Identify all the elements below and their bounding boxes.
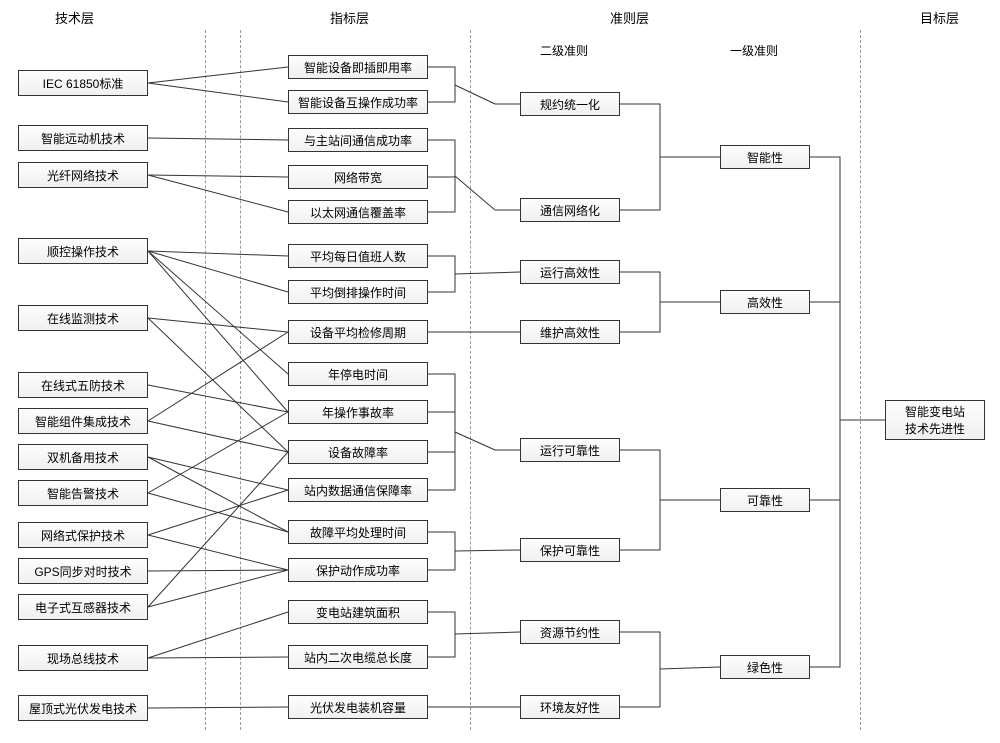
indicator-box-14: 变电站建筑面积 (288, 600, 428, 624)
tech-box-2: 光纤网络技术 (18, 162, 148, 188)
indicator-box-11: 站内数据通信保障率 (288, 478, 428, 502)
tech-box-7: 双机备用技术 (18, 444, 148, 470)
criteria2-box-3: 维护高效性 (520, 320, 620, 344)
indicator-box-0: 智能设备即插即用率 (288, 55, 428, 79)
tech-box-12: 现场总线技术 (18, 645, 148, 671)
criteria2-box-7: 环境友好性 (520, 695, 620, 719)
criteria2-box-4: 运行可靠性 (520, 438, 620, 462)
tech-box-6: 智能组件集成技术 (18, 408, 148, 434)
header-criteria: 准则层 (610, 8, 649, 27)
criteria2-box-1: 通信网络化 (520, 198, 620, 222)
header-indicator: 指标层 (330, 8, 369, 27)
tech-box-5: 在线式五防技术 (18, 372, 148, 398)
indicator-box-15: 站内二次电缆总长度 (288, 645, 428, 669)
tech-box-9: 网络式保护技术 (18, 522, 148, 548)
tech-box-0: IEC 61850标准 (18, 70, 148, 96)
criteria1-box-2: 可靠性 (720, 488, 810, 512)
indicator-box-8: 年停电时间 (288, 362, 428, 386)
indicator-box-4: 以太网通信覆盖率 (288, 200, 428, 224)
subheader-l1: 一级准则 (730, 42, 778, 59)
tech-box-1: 智能远动机技术 (18, 125, 148, 151)
tech-box-10: GPS同步对时技术 (18, 558, 148, 584)
indicator-box-6: 平均倒排操作时间 (288, 280, 428, 304)
tech-box-4: 在线监测技术 (18, 305, 148, 331)
tech-box-8: 智能告警技术 (18, 480, 148, 506)
tech-box-13: 屋顶式光伏发电技术 (18, 695, 148, 721)
indicator-box-13: 保护动作成功率 (288, 558, 428, 582)
criteria1-box-0: 智能性 (720, 145, 810, 169)
tech-box-3: 顺控操作技术 (18, 238, 148, 264)
indicator-box-3: 网络带宽 (288, 165, 428, 189)
criteria1-box-3: 绿色性 (720, 655, 810, 679)
indicator-box-10: 设备故障率 (288, 440, 428, 464)
indicator-box-9: 年操作事故率 (288, 400, 428, 424)
criteria2-box-0: 规约统一化 (520, 92, 620, 116)
subheader-l2: 二级准则 (540, 42, 588, 59)
criteria2-box-6: 资源节约性 (520, 620, 620, 644)
criteria2-box-5: 保护可靠性 (520, 538, 620, 562)
indicator-box-7: 设备平均检修周期 (288, 320, 428, 344)
indicator-box-5: 平均每日值班人数 (288, 244, 428, 268)
criteria2-box-2: 运行高效性 (520, 260, 620, 284)
indicator-box-12: 故障平均处理时间 (288, 520, 428, 544)
goal-box: 智能变电站 技术先进性 (885, 400, 985, 440)
indicator-box-16: 光伏发电装机容量 (288, 695, 428, 719)
criteria1-box-1: 高效性 (720, 290, 810, 314)
indicator-box-2: 与主站间通信成功率 (288, 128, 428, 152)
connection-lines (0, 0, 1000, 743)
header-goal: 目标层 (920, 8, 959, 27)
tech-box-11: 电子式互感器技术 (18, 594, 148, 620)
header-tech: 技术层 (55, 8, 94, 27)
indicator-box-1: 智能设备互操作成功率 (288, 90, 428, 114)
